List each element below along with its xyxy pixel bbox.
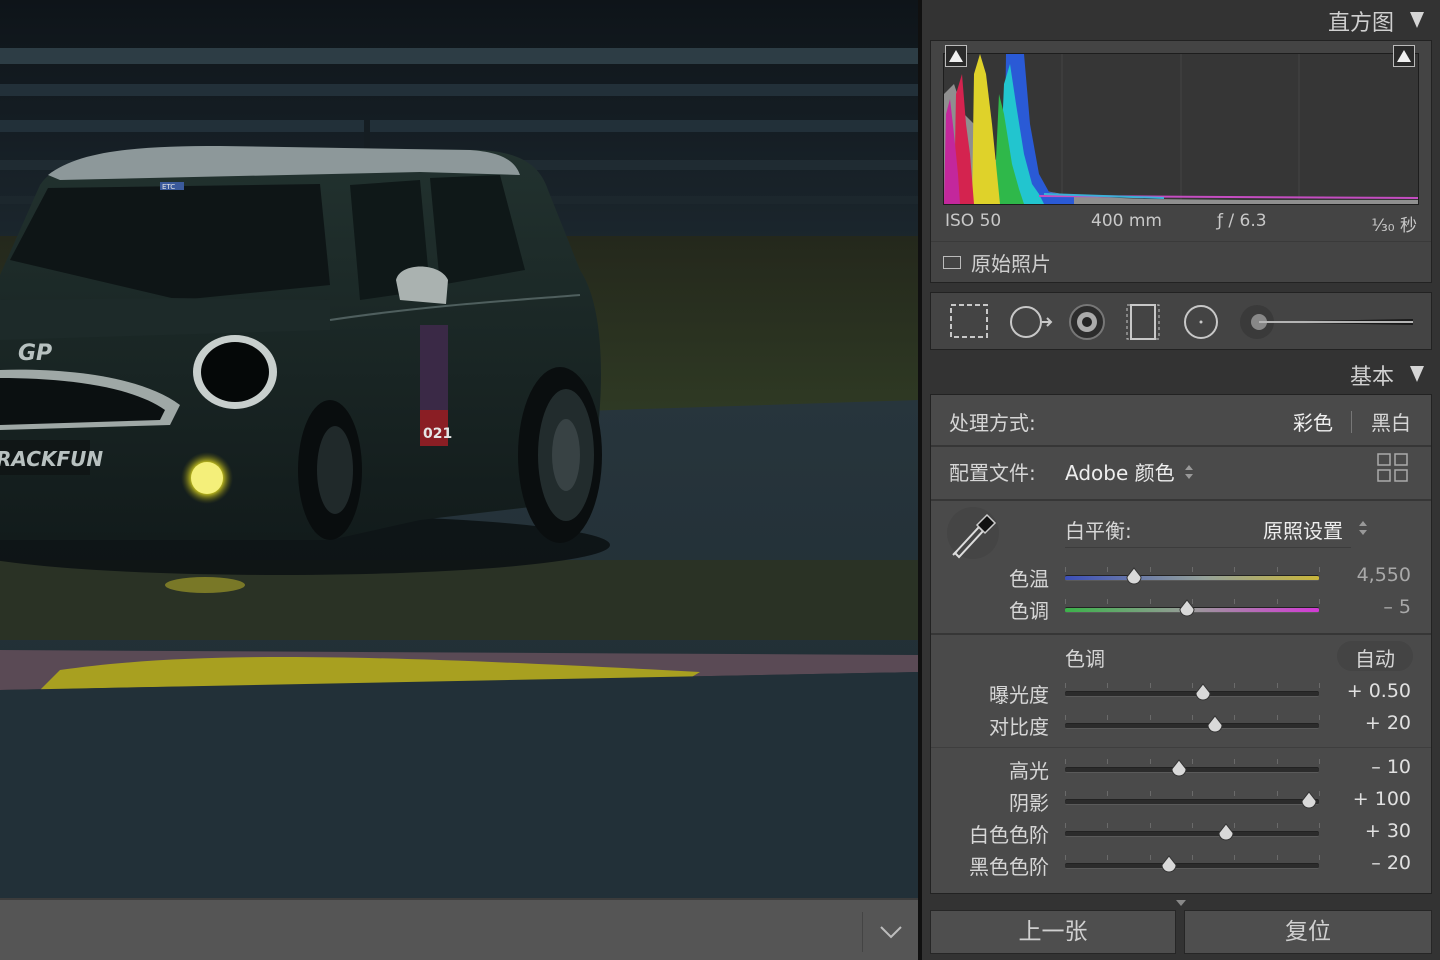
- contrast-value[interactable]: + 20: [1365, 712, 1411, 734]
- white-balance-stepper-icon[interactable]: [1359, 521, 1367, 535]
- preview-bottom-toolbar: [0, 898, 918, 960]
- slider-ticks: [1065, 715, 1320, 721]
- reset-button[interactable]: 复位: [1184, 910, 1432, 954]
- windshield-sticker: ETC: [162, 183, 175, 191]
- exposure-label: 曝光度: [989, 683, 1049, 707]
- whites-value[interactable]: + 30: [1365, 820, 1411, 842]
- row-divider: [931, 747, 1431, 748]
- whites-label: 白色色阶: [969, 823, 1049, 847]
- treatment-label: 处理方式:: [949, 411, 1036, 435]
- radial-filter-icon[interactable]: [1184, 305, 1218, 339]
- slider-ticks: [1065, 855, 1320, 861]
- race-car-photo: GP 021 RACKFUN ETC: [0, 0, 918, 898]
- shadows-value[interactable]: + 100: [1353, 788, 1411, 810]
- contrast-slider-thumb[interactable]: [1207, 715, 1223, 733]
- slider-ticks: [1065, 791, 1320, 797]
- whites-slider-track[interactable]: [1065, 831, 1319, 837]
- exposure-value[interactable]: + 0.50: [1347, 680, 1411, 702]
- race-number: 021: [423, 426, 452, 442]
- tint-label: 色调: [1009, 599, 1049, 623]
- contrast-slider-track[interactable]: [1065, 723, 1319, 729]
- collapse-triangle-icon[interactable]: [1410, 366, 1424, 382]
- histogram-box: ISO 50 400 mm ƒ / 6.3 ¹⁄₃₀ 秒 原始照片: [930, 40, 1432, 283]
- exif-iso: ISO 50: [945, 211, 1002, 231]
- plate-text: RACKFUN: [0, 447, 103, 471]
- original-photo-checkbox[interactable]: [943, 256, 961, 269]
- exif-aperture: ƒ / 6.3: [1217, 211, 1267, 231]
- slider-ticks: [1065, 567, 1320, 573]
- histogram-title: 直方图: [1327, 11, 1394, 36]
- exif-shutter: ¹⁄₃₀ 秒: [1371, 216, 1417, 236]
- row-divider: [931, 445, 1431, 447]
- basic-header[interactable]: 基本: [922, 354, 1440, 394]
- chevron-down-icon[interactable]: [876, 920, 906, 944]
- eyedropper-icon[interactable]: [945, 505, 1001, 561]
- auto-tone-label[interactable]: 自动: [1355, 643, 1395, 672]
- treatment-bw-option[interactable]: 黑白: [1371, 407, 1411, 436]
- profile-stepper-icon[interactable]: [1185, 465, 1193, 479]
- temp-value[interactable]: 4,550: [1357, 564, 1411, 586]
- crop-overlay-icon[interactable]: [950, 304, 988, 338]
- highlight-clipping-button[interactable]: [1393, 45, 1415, 67]
- temp-slider-thumb[interactable]: [1126, 567, 1142, 585]
- wb-underline: [1065, 547, 1351, 548]
- white-balance-label: 白平衡:: [1065, 519, 1132, 543]
- tone-section-label: 色调: [1065, 647, 1105, 671]
- highlights-slider-track[interactable]: [1065, 767, 1319, 773]
- blacks-slider-thumb[interactable]: [1161, 855, 1177, 873]
- tool-strip: [930, 292, 1432, 350]
- blacks-label: 黑色色阶: [969, 855, 1049, 879]
- white-balance-dropdown[interactable]: 原照设置: [1263, 515, 1343, 544]
- basic-panel-title: 基本: [1349, 365, 1394, 390]
- whites-slider-thumb[interactable]: [1218, 823, 1234, 841]
- graduated-filter-icon[interactable]: [1126, 304, 1160, 340]
- highlight-clip-triangle-icon: [1397, 50, 1411, 62]
- exif-focal-length: 400 mm: [1091, 211, 1162, 231]
- treatment-color-option[interactable]: 彩色: [1293, 407, 1333, 436]
- row-divider: [931, 499, 1431, 501]
- adjustment-brush-icon[interactable]: [1240, 305, 1413, 339]
- profile-label: 配置文件:: [949, 461, 1036, 485]
- original-photo-row[interactable]: 原始照片: [931, 241, 1431, 284]
- previous-button[interactable]: 上一张: [930, 910, 1176, 954]
- histogram-graph[interactable]: [943, 53, 1419, 205]
- temp-slider-track[interactable]: [1065, 575, 1319, 581]
- blacks-slider-track[interactable]: [1065, 863, 1319, 869]
- hood-logo: GP: [18, 341, 52, 366]
- slider-ticks: [1065, 823, 1320, 829]
- red-eye-icon[interactable]: [1069, 304, 1105, 340]
- blacks-value[interactable]: – 20: [1371, 852, 1411, 874]
- row-divider: [931, 633, 1431, 635]
- toolbar-divider: [862, 912, 863, 952]
- tint-value[interactable]: – 5: [1383, 596, 1411, 618]
- original-photo-label: 原始照片: [971, 252, 1051, 276]
- spot-removal-icon[interactable]: [1010, 306, 1053, 338]
- exposure-slider-track[interactable]: [1065, 691, 1319, 697]
- collapse-triangle-icon[interactable]: [1410, 12, 1424, 28]
- slider-ticks: [1065, 683, 1320, 689]
- highlights-label: 高光: [1009, 759, 1049, 783]
- scroll-indicator-icon[interactable]: [1176, 900, 1186, 906]
- histogram-header[interactable]: 直方图: [922, 0, 1440, 40]
- temp-label: 色温: [1009, 567, 1049, 591]
- shadows-label: 阴影: [1009, 791, 1049, 815]
- shadow-clipping-button[interactable]: [945, 45, 967, 67]
- shadows-slider-thumb[interactable]: [1301, 791, 1317, 809]
- contrast-label: 对比度: [989, 715, 1049, 739]
- exposure-slider-thumb[interactable]: [1195, 683, 1211, 701]
- tint-slider-thumb[interactable]: [1179, 599, 1195, 617]
- shadow-clip-triangle-icon: [949, 50, 963, 62]
- highlights-value[interactable]: – 10: [1371, 756, 1411, 778]
- treatment-divider: [1351, 411, 1352, 433]
- highlights-slider-thumb[interactable]: [1171, 759, 1187, 777]
- profile-dropdown[interactable]: Adobe 颜色: [1065, 457, 1175, 486]
- basic-panel: 处理方式: 彩色 黑白 配置文件: Adobe 颜色 白平衡: 原照设置 色温 …: [930, 394, 1432, 894]
- profile-browser-grid-icon[interactable]: [1377, 453, 1409, 483]
- slider-ticks: [1065, 759, 1320, 765]
- histogram-svg: [944, 54, 1418, 204]
- shadows-slider-track[interactable]: [1065, 799, 1319, 805]
- photo-preview[interactable]: GP 021 RACKFUN ETC: [0, 0, 918, 898]
- develop-panel: 直方图 ISO 50 400 mm ƒ / 6.3 ¹⁄₃₀ 秒 原始照片 基本…: [922, 0, 1440, 960]
